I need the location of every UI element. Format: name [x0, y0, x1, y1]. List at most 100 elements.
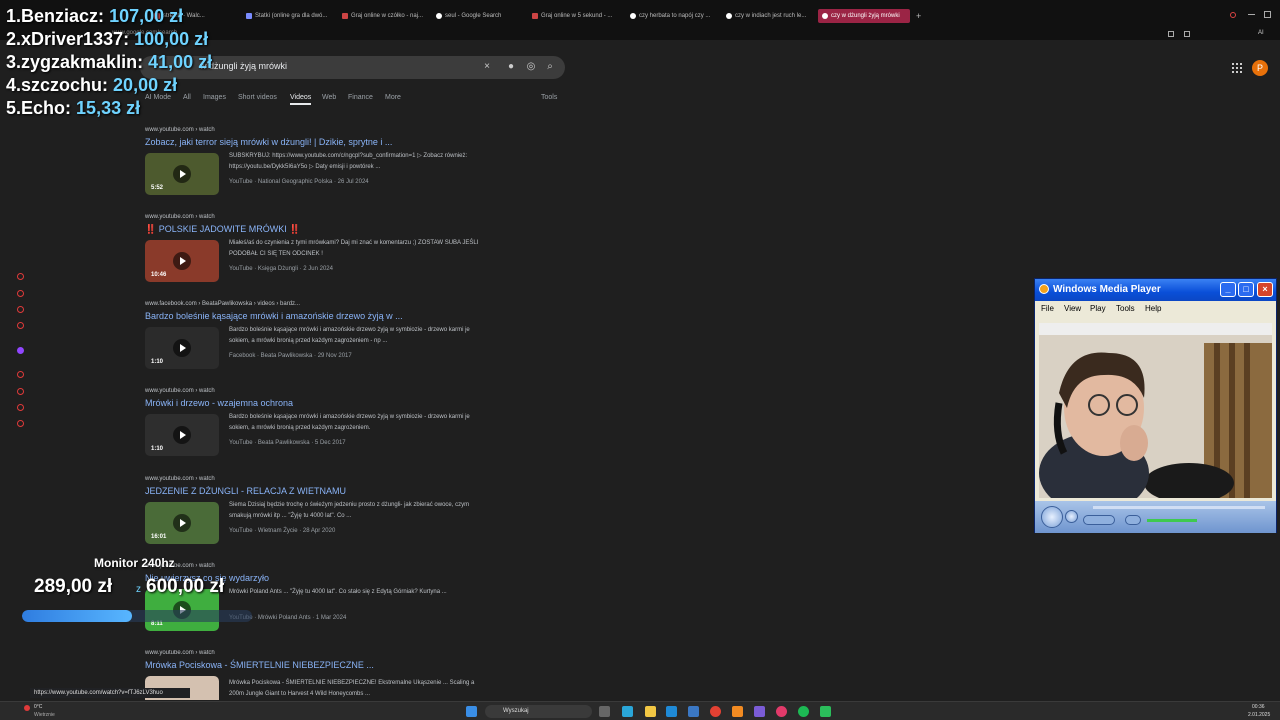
- chrome-icon[interactable]: [710, 706, 721, 717]
- twitch-icon[interactable]: [17, 347, 24, 354]
- edge-icon[interactable]: [666, 706, 677, 717]
- store-icon[interactable]: [688, 706, 699, 717]
- sidebar-icon[interactable]: [17, 273, 24, 280]
- tab-label: seul - Google Search: [445, 13, 502, 19]
- result-snippet: Mrówki Poland Ants ... "Żyję tu 4000 lat…: [229, 589, 447, 595]
- play-icon: [173, 339, 191, 357]
- goal-separator: z: [136, 584, 141, 595]
- sidebar-icon[interactable]: [17, 388, 24, 395]
- result-title[interactable]: Mrówka Pociskowa - ŚMIERTELNIE NIEBEZPIE…: [145, 660, 374, 670]
- task-view-icon[interactable]: [599, 706, 610, 717]
- video-thumbnail[interactable]: 1:10: [145, 327, 219, 369]
- leaderboard-name: Benziacz:: [21, 6, 105, 26]
- menu-play[interactable]: Play: [1090, 304, 1106, 313]
- menu-tools[interactable]: Tools: [1116, 304, 1135, 313]
- media-player-icon: [1039, 284, 1049, 294]
- new-tab-button[interactable]: +: [912, 9, 924, 23]
- google-icon: [822, 13, 828, 19]
- browser-tab[interactable]: Graj online w czółko - naj...: [338, 9, 426, 23]
- filter-more[interactable]: More: [385, 94, 401, 101]
- sidebar-icon[interactable]: [17, 290, 24, 297]
- video-thumbnail[interactable]: 10:46: [145, 240, 219, 282]
- result-title[interactable]: Zobacz, jaki terror sieją mrówki w dżung…: [145, 137, 392, 147]
- browser-tab[interactable]: czy w indiach jest ruch le...: [722, 9, 812, 23]
- maximize-icon[interactable]: [1264, 11, 1271, 18]
- filter-videos[interactable]: Videos: [290, 94, 312, 105]
- vlc-icon[interactable]: [732, 706, 743, 717]
- sidebar-icon[interactable]: [17, 306, 24, 313]
- result-url[interactable]: www.youtube.com › watch: [145, 388, 485, 396]
- apps-grid-icon[interactable]: [1232, 63, 1242, 73]
- browser-tab[interactable]: Graj online w 5 sekund - ...: [528, 9, 618, 23]
- sidebar-icon[interactable]: [17, 322, 24, 329]
- result-url[interactable]: www.youtube.com › watch: [145, 650, 485, 658]
- clear-icon[interactable]: ×: [480, 60, 494, 74]
- result-title[interactable]: Bardzo boleśnie kąsające mrówki i amazoń…: [145, 311, 403, 321]
- minimize-icon[interactable]: [1248, 14, 1255, 15]
- browser-tab-active[interactable]: czy w dżungli żyją mrówki: [818, 9, 910, 23]
- browser-tab[interactable]: czy herbata to napój czy ...: [626, 9, 716, 23]
- sidebar-icon[interactable]: [17, 371, 24, 378]
- microphone-icon[interactable]: ●: [504, 60, 518, 74]
- app-icon[interactable]: [820, 706, 831, 717]
- sidebar-icon[interactable]: [17, 404, 24, 411]
- close-button[interactable]: ×: [1257, 282, 1273, 297]
- app-icon[interactable]: [622, 706, 633, 717]
- ai-icon[interactable]: AI: [1258, 30, 1264, 36]
- volume-slider[interactable]: [1147, 519, 1197, 522]
- spotify-icon[interactable]: [798, 706, 809, 717]
- leaderboard-amount: 20,00 zł: [113, 75, 178, 95]
- tab-label: czy w indiach jest ruch le...: [735, 13, 807, 19]
- video-thumbnail[interactable]: 5:52: [145, 153, 219, 195]
- tab-label: czy herbata to napój czy ...: [639, 13, 711, 19]
- video-result: www.youtube.com › watch Mrówki i drzewo …: [145, 388, 485, 458]
- stop-button[interactable]: [1065, 510, 1078, 523]
- menu-help[interactable]: Help: [1145, 304, 1161, 313]
- start-icon[interactable]: [466, 706, 477, 717]
- clock-date[interactable]: 2.01.2025: [1248, 712, 1270, 718]
- result-url[interactable]: www.youtube.com › watch: [145, 214, 485, 222]
- filter-web[interactable]: Web: [322, 94, 336, 101]
- tab-favicon-icon: [532, 13, 538, 19]
- leaderboard-row: 4.szczochu: 20,00 zł: [6, 75, 256, 98]
- result-url[interactable]: www.youtube.com › watch: [145, 127, 485, 135]
- profile-avatar[interactable]: P: [1252, 60, 1268, 76]
- weather-icon[interactable]: [24, 705, 30, 711]
- extension-icon[interactable]: [1168, 31, 1174, 37]
- filter-finance[interactable]: Finance: [348, 94, 373, 101]
- menu-file[interactable]: File: [1041, 304, 1054, 313]
- result-title[interactable]: ‼️ POLSKIE JADOWITE MRÓWKI ‼️: [145, 224, 300, 235]
- tools-button[interactable]: Tools: [541, 94, 557, 101]
- seek-bar[interactable]: [1093, 506, 1265, 509]
- window-title-bar[interactable]: Windows Media Player _ □ ×: [1035, 279, 1276, 301]
- result-url[interactable]: www.facebook.com › BeataPawlikowska › vi…: [145, 301, 485, 309]
- video-thumbnail[interactable]: 1:10: [145, 414, 219, 456]
- minimize-button[interactable]: _: [1220, 282, 1236, 297]
- extension-icon[interactable]: [1184, 31, 1190, 37]
- prev-next-buttons[interactable]: [1083, 515, 1115, 525]
- video-thumbnail[interactable]: 16:01: [145, 502, 219, 544]
- obs-icon[interactable]: [776, 706, 787, 717]
- taskbar-search[interactable]: Wyszukaj: [485, 705, 592, 718]
- leaderboard-rank: 3.: [6, 52, 22, 72]
- play-button[interactable]: [1041, 506, 1063, 528]
- settings-icon[interactable]: [17, 420, 24, 427]
- leaderboard-amount: 15,33 zł: [76, 98, 141, 118]
- result-title[interactable]: JEDZENIE Z DŻUNGLI - RELACJA Z WIETNAMU: [145, 486, 346, 496]
- result-source: Facebook · Beata Pawlikowska · 29 Nov 20…: [229, 353, 352, 359]
- discord-icon[interactable]: [754, 706, 765, 717]
- search-icon[interactable]: ⌕: [543, 60, 557, 74]
- mute-button[interactable]: [1125, 515, 1141, 525]
- file-explorer-icon[interactable]: [645, 706, 656, 717]
- player-controls: [1035, 501, 1276, 533]
- menu-view[interactable]: View: [1064, 304, 1081, 313]
- browser-tab[interactable]: seul - Google Search: [432, 9, 522, 23]
- result-title[interactable]: Mrówki i drzewo - wzajemna ochrona: [145, 398, 293, 408]
- clock-time[interactable]: 00:36: [1252, 704, 1265, 710]
- weather-temp: 0°C: [34, 704, 43, 710]
- result-url[interactable]: www.youtube.com › watch: [145, 476, 485, 484]
- tab-label: czy w dżungli żyją mrówki: [831, 13, 900, 19]
- result-title-link[interactable]: Zobacz, jaki terror sieją mrówki w dżung…: [145, 137, 392, 147]
- lens-icon[interactable]: ◎: [524, 60, 538, 74]
- maximize-button[interactable]: □: [1238, 282, 1254, 297]
